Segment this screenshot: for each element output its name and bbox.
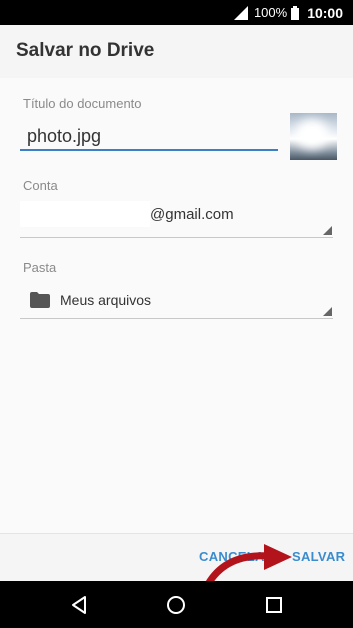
save-button[interactable]: SALVAR <box>292 549 345 564</box>
action-divider <box>0 533 353 534</box>
redacted-email <box>20 201 150 227</box>
dialog-title: Salvar no Drive <box>16 40 155 61</box>
battery-icon <box>291 5 300 20</box>
document-title-input[interactable] <box>20 123 278 151</box>
recents-icon[interactable] <box>263 594 285 616</box>
photo-thumbnail <box>290 113 337 160</box>
clock: 10:00 <box>307 4 343 21</box>
back-icon[interactable] <box>68 594 90 616</box>
home-icon[interactable] <box>165 594 187 616</box>
battery-percent: 100% <box>253 5 288 20</box>
folder-icon <box>30 292 50 308</box>
navigation-bar <box>0 581 353 628</box>
dropdown-arrow-icon <box>323 226 332 235</box>
document-title-label: Título do documento <box>23 96 142 111</box>
status-bar: 100% 10:00 <box>0 0 353 25</box>
folder-value: Meus arquivos <box>60 292 152 308</box>
signal-icon <box>233 5 248 20</box>
account-label: Conta <box>23 178 58 193</box>
folder-dropdown[interactable]: Meus arquivos <box>20 280 333 319</box>
dropdown-arrow-icon <box>323 307 332 316</box>
account-dropdown[interactable]: @gmail.com <box>20 198 333 238</box>
account-value: @gmail.com <box>150 205 234 223</box>
folder-label: Pasta <box>23 260 57 275</box>
